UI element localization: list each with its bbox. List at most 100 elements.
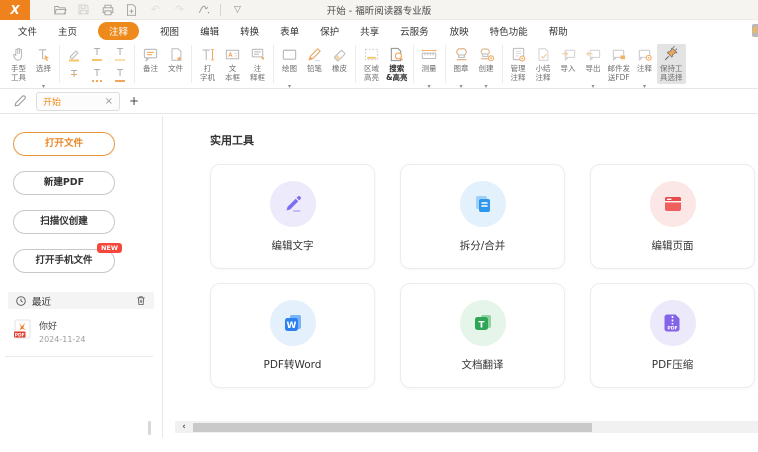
edit-text-icon	[270, 181, 316, 227]
ink-sign-icon[interactable]	[196, 2, 211, 17]
menu-tab-protect[interactable]: 保护	[320, 24, 339, 38]
stamp-button[interactable]: 图章	[449, 44, 474, 92]
ribbon-divider	[445, 45, 446, 83]
text-strikeout-icon[interactable]	[63, 66, 85, 85]
manage-comments-button[interactable]: 管理 注释	[506, 44, 531, 82]
mobile-phone-icon[interactable]	[752, 24, 758, 37]
search-highlight-button[interactable]: 搜索 &高亮	[384, 44, 410, 82]
pdf-compress-card[interactable]: PDF PDF压缩	[590, 283, 755, 388]
callout-button[interactable]: 注 释框	[245, 44, 270, 82]
pdf-file-icon: PDF	[14, 319, 31, 339]
menu-tab-present[interactable]: 放映	[450, 24, 469, 38]
import-comments-button[interactable]: 导入	[556, 44, 581, 73]
scrollbar-thumb[interactable]	[193, 423, 592, 432]
pdf-to-word-icon: W	[270, 300, 316, 346]
start-tab-label: 开始	[43, 95, 105, 108]
note-button[interactable]: 备注	[138, 44, 163, 73]
quill-pen-icon[interactable]	[12, 93, 28, 109]
start-tab[interactable]: 开始 ×	[36, 92, 120, 111]
typewriter-button[interactable]: 打 字机	[195, 44, 220, 82]
menu-bar: 文件 主页 注释 视图 编辑 转换 表单 保护 共享 云服务 放映 特色功能 帮…	[0, 20, 758, 41]
file-annotation-button[interactable]: 文件	[163, 44, 188, 73]
menu-tab-edit[interactable]: 编辑	[200, 24, 219, 38]
dropdown-arrow-icon	[592, 73, 595, 92]
menu-tab-convert[interactable]: 转换	[240, 24, 259, 38]
pencil-button[interactable]: 铅笔	[302, 44, 327, 73]
export-comments-button[interactable]: 导出	[581, 44, 606, 92]
ribbon-divider	[413, 45, 414, 83]
typewriter-icon	[200, 44, 216, 63]
customize-toolbar-icon[interactable]	[230, 2, 245, 17]
measure-button[interactable]: 测量	[417, 44, 442, 92]
menu-tab-cloud[interactable]: 云服务	[400, 24, 429, 38]
text-underline-thin-icon[interactable]	[109, 45, 131, 64]
doc-translate-card[interactable]: T 文档翻译	[400, 283, 565, 388]
title-bar: X 开始 - 福昕阅读器专业版	[0, 0, 758, 20]
text-insert-icon[interactable]	[109, 66, 131, 85]
trash-icon[interactable]	[135, 294, 147, 307]
menu-tab-file[interactable]: 文件	[18, 24, 37, 38]
summarize-comments-icon	[535, 44, 551, 63]
summarize-comments-button[interactable]: 小结 注释	[531, 44, 556, 82]
close-tab-icon[interactable]: ×	[105, 96, 113, 107]
recent-header: 最近	[8, 292, 154, 309]
text-underline-icon[interactable]	[86, 45, 108, 64]
menu-tab-share[interactable]: 共享	[360, 24, 379, 38]
scroll-left-icon[interactable]: ‹	[175, 422, 193, 432]
print-icon[interactable]	[100, 2, 115, 17]
document-tab-bar: 开始 × +	[0, 89, 758, 114]
menu-tab-view[interactable]: 视图	[160, 24, 179, 38]
keep-tool-selected-button[interactable]: 保持工 具选择	[657, 44, 686, 84]
recent-file-item[interactable]: PDF 你好 2024-11-24	[14, 319, 162, 344]
menu-tab-help[interactable]: 帮助	[549, 24, 568, 38]
import-comments-icon	[560, 44, 577, 63]
menu-tab-home[interactable]: 主页	[58, 24, 77, 38]
redo-icon[interactable]	[172, 2, 187, 17]
quick-access-toolbar	[52, 2, 245, 17]
sidebar: 打开文件 新建PDF 扫描仪创建 打开手机文件 NEW 最近 PDF	[0, 114, 162, 452]
scrollbar-grip[interactable]	[148, 421, 151, 435]
ribbon-divider	[502, 45, 503, 83]
eraser-button[interactable]: 橡皮	[327, 44, 352, 73]
undo-icon[interactable]	[148, 2, 163, 17]
area-highlight-button[interactable]: 区域 高亮	[359, 44, 384, 82]
svg-text:W: W	[286, 321, 296, 331]
textbox-icon	[224, 44, 241, 63]
edit-text-card[interactable]: 编辑文字	[210, 164, 375, 269]
menu-tab-feature[interactable]: 特色功能	[490, 24, 528, 38]
pdf-to-word-card[interactable]: W PDF转Word	[210, 283, 375, 388]
ribbon-divider	[191, 45, 192, 83]
new-tab-icon[interactable]: +	[129, 94, 139, 108]
new-pdf-button[interactable]: 新建PDF	[13, 171, 115, 195]
select-tool-button[interactable]: 选择	[31, 44, 56, 92]
new-document-icon[interactable]	[124, 2, 139, 17]
text-markup-group	[63, 45, 131, 85]
open-folder-icon[interactable]	[52, 2, 67, 17]
horizontal-scrollbar[interactable]: ‹	[175, 421, 758, 433]
edit-pages-card[interactable]: 编辑页面	[590, 164, 755, 269]
dropdown-arrow-icon	[643, 73, 646, 92]
ribbon-divider	[273, 45, 274, 83]
menu-tab-form[interactable]: 表单	[280, 24, 299, 38]
draw-button[interactable]: 绘图	[277, 44, 302, 92]
menu-tab-comment[interactable]: 注释	[98, 22, 139, 40]
file-attach-icon	[168, 44, 184, 63]
open-file-button[interactable]: 打开文件	[13, 132, 115, 156]
comment-settings-icon	[636, 44, 653, 63]
scanner-create-button[interactable]: 扫描仪创建	[13, 210, 115, 234]
recent-file-name: 你好	[39, 319, 86, 332]
open-mobile-file-button[interactable]: 打开手机文件 NEW	[13, 249, 115, 273]
textbox-button[interactable]: 文 本框	[220, 44, 245, 82]
comment-settings-button[interactable]: 注释	[632, 44, 657, 92]
text-highlight-icon[interactable]	[63, 45, 85, 64]
recent-file-date: 2024-11-24	[39, 335, 86, 344]
split-merge-card[interactable]: 拆分/合并	[400, 164, 565, 269]
save-icon[interactable]	[76, 2, 91, 17]
svg-text:PDF: PDF	[15, 332, 25, 338]
dropdown-arrow-icon	[460, 73, 463, 92]
create-stamp-button[interactable]: 创建	[474, 44, 499, 92]
hand-tool-button[interactable]: 手型 工具	[6, 44, 31, 82]
email-fdf-button[interactable]: 邮件发 送FDF	[606, 44, 633, 82]
text-squiggly-icon[interactable]	[86, 66, 108, 85]
content-area: 打开文件 新建PDF 扫描仪创建 打开手机文件 NEW 最近 PDF	[0, 114, 758, 452]
